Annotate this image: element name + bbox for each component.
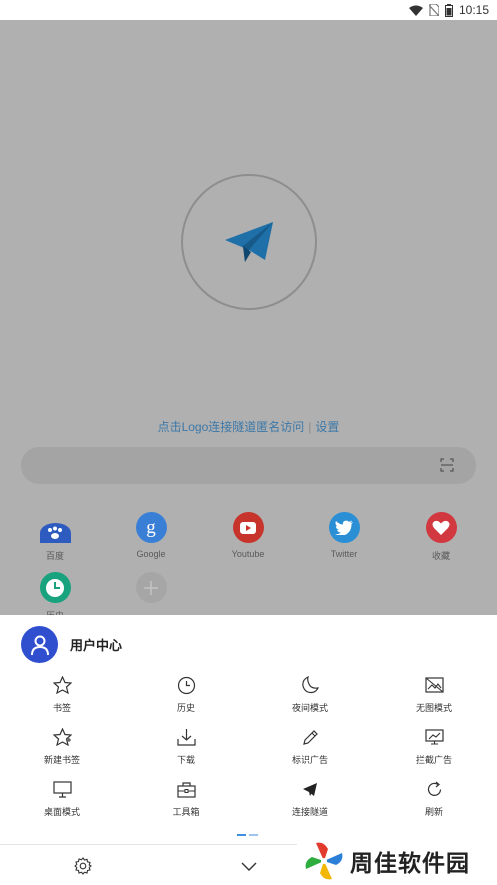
chevron-down-icon [241, 862, 257, 871]
menu-desktop-mode[interactable]: 桌面模式 [0, 779, 124, 818]
menu-night-mode[interactable]: 夜间模式 [248, 675, 372, 714]
menu-label: 标识广告 [291, 755, 328, 765]
star-plus-icon [0, 727, 124, 747]
menu-label: 桌面模式 [43, 807, 80, 817]
menu-label: 连接隧道 [291, 807, 328, 817]
quick-link-baidu[interactable]: 百度 [10, 512, 100, 562]
home-background: 点击Logo连接隧道匿名访问|设置 百度 g Google Youtube [0, 20, 497, 615]
quick-link-label: 收藏 [431, 551, 450, 561]
no-image-icon [372, 675, 496, 695]
tunnel-hint: 点击Logo连接隧道匿名访问 | 设置 [157, 420, 340, 434]
moon-icon [248, 675, 372, 695]
watermark: 周佳软件园 [297, 837, 497, 885]
wifi-icon [408, 5, 423, 16]
user-avatar-icon [21, 626, 58, 663]
tunnel-logo-button[interactable] [181, 174, 317, 310]
settings-link[interactable]: 设置 [315, 420, 339, 434]
menu-toolbox[interactable]: 工具箱 [124, 779, 248, 818]
user-center-row[interactable]: 用户中心 [21, 626, 122, 663]
paw-icon [39, 523, 71, 543]
menu-label: 下载 [176, 755, 195, 765]
menu-label: 拦截广告 [415, 755, 452, 765]
menu-label: 无图模式 [415, 703, 452, 713]
desktop-icon [0, 779, 124, 799]
scan-icon[interactable] [440, 458, 454, 472]
menu-history[interactable]: 历史 [124, 675, 248, 714]
toolbox-icon [124, 779, 248, 799]
quick-link-add[interactable] [106, 572, 196, 603]
menu-refresh[interactable]: 刷新 [372, 779, 496, 818]
google-icon: g [135, 512, 167, 543]
menu-no-image-mode[interactable]: 无图模式 [372, 675, 496, 714]
page-dot-active [237, 834, 246, 836]
clock-icon [39, 572, 71, 603]
download-icon [124, 727, 248, 747]
clock-time: 10:15 [458, 3, 489, 17]
tunnel-hint-text: 点击Logo连接隧道匿名访问 [157, 420, 305, 434]
menu-new-bookmark[interactable]: 新建书签 [0, 727, 124, 766]
menu-block-ads[interactable]: 拦截广告 [372, 727, 496, 766]
quick-link-youtube[interactable]: Youtube [203, 512, 293, 559]
quick-link-google[interactable]: g Google [106, 512, 196, 559]
pen-icon [248, 727, 372, 747]
search-bar[interactable] [21, 447, 476, 484]
clock-icon [124, 675, 248, 695]
battery-icon [444, 3, 453, 17]
twitter-icon [328, 512, 360, 543]
page-indicator [237, 834, 258, 836]
quick-link-label: Twitter [330, 549, 358, 559]
star-icon [0, 675, 124, 695]
menu-label: 工具箱 [172, 807, 200, 817]
plus-icon [135, 572, 167, 603]
pinwheel-logo-icon [305, 842, 343, 880]
menu-label: 夜间模式 [291, 703, 328, 713]
quick-link-history[interactable]: 历史 [10, 572, 100, 615]
quick-link-label: Google [136, 549, 166, 559]
menu-connect-tunnel[interactable]: 连接隧道 [248, 779, 372, 818]
menu-mark-ads[interactable]: 标识广告 [248, 727, 372, 766]
menu-label: 新建书签 [43, 755, 80, 765]
block-ad-icon [372, 727, 496, 747]
gear-icon [74, 857, 92, 875]
menu-bookmarks[interactable]: 书签 [0, 675, 124, 714]
paper-plane-icon [225, 222, 273, 262]
send-icon [248, 779, 372, 799]
user-center-title: 用户中心 [70, 638, 123, 653]
heart-icon [425, 512, 457, 543]
status-bar: 10:15 [0, 0, 497, 20]
watermark-text: 周佳软件园 [350, 851, 470, 877]
menu-label: 书签 [52, 703, 71, 713]
settings-button[interactable] [74, 857, 92, 880]
quick-link-label: Youtube [231, 549, 265, 559]
refresh-icon [372, 779, 496, 799]
quick-link-label: 百度 [45, 551, 64, 561]
collapse-button[interactable] [241, 859, 257, 877]
quick-link-favorites[interactable]: 收藏 [396, 512, 486, 562]
youtube-icon [232, 512, 264, 543]
menu-download[interactable]: 下载 [124, 727, 248, 766]
page-dot [249, 834, 258, 836]
menu-label: 历史 [176, 703, 195, 713]
quick-link-twitter[interactable]: Twitter [299, 512, 389, 559]
menu-label: 刷新 [424, 807, 443, 817]
no-sim-icon [428, 4, 439, 16]
